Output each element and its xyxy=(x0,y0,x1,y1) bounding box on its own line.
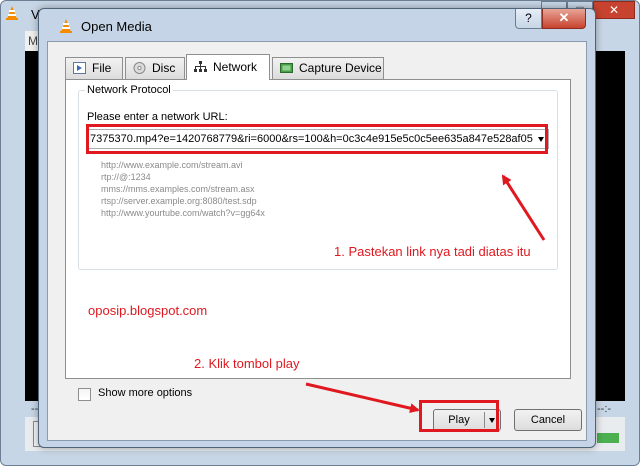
annotation-arrow-1 xyxy=(501,174,546,241)
tab-network[interactable]: Network xyxy=(186,54,270,80)
annotation-arrows xyxy=(305,174,546,414)
annotation-arrow-2 xyxy=(305,382,420,414)
tab-network-label: Network xyxy=(213,60,258,74)
network-icon xyxy=(194,61,207,72)
